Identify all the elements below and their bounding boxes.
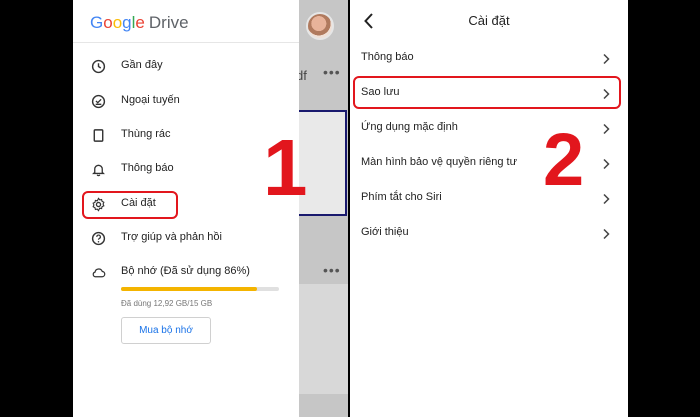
settings-row-privacy-screen[interactable]: Màn hình bảo vệ quyền riêng tư: [350, 146, 628, 181]
navigation-drawer: Google Drive Gần đây Ngoại tuyến Thùng rá…: [73, 0, 308, 417]
more-options-icon[interactable]: •••: [323, 262, 341, 278]
storage-usage-bar: [121, 287, 279, 291]
chevron-right-icon: [603, 53, 610, 65]
more-options-icon[interactable]: •••: [323, 64, 341, 80]
help-icon: [91, 231, 106, 246]
menu-item-recent[interactable]: Gần đây: [73, 50, 299, 84]
offline-check-icon: [91, 94, 106, 109]
chevron-right-icon: [603, 123, 610, 135]
chevron-right-icon: [603, 158, 610, 170]
step-number: 2: [543, 118, 585, 201]
settings-row-label: Thông báo: [361, 51, 414, 63]
settings-row-label: Phím tắt cho Siri: [361, 191, 442, 203]
settings-row-default-apps[interactable]: Ứng dụng mặc định: [350, 111, 628, 146]
step-number: 1: [263, 123, 308, 212]
page-title: Cài đặt: [468, 13, 510, 28]
trash-icon: [93, 129, 104, 142]
chevron-right-icon: [603, 228, 610, 240]
settings-row-label: Giới thiệu: [361, 226, 409, 238]
menu-item-help[interactable]: Trợ giúp và phản hồi: [73, 222, 299, 256]
highlight-settings-box: [82, 191, 178, 219]
buy-storage-button[interactable]: Mua bộ nhớ: [121, 317, 211, 344]
menu-item-label: Thùng rác: [121, 128, 171, 140]
divider: [73, 42, 299, 43]
chevron-right-icon: [603, 193, 610, 205]
settings-screen: Cài đặt Thông báo Sao lưu Ứng dụng mặc đ…: [350, 0, 628, 417]
highlight-backup-box: [353, 76, 621, 109]
menu-item-label: Bộ nhớ (Đã sử dụng 86%): [121, 265, 250, 277]
avatar[interactable]: [306, 12, 334, 40]
menu-item-label: Trợ giúp và phản hồi: [121, 231, 222, 243]
menu-item-offline[interactable]: Ngoại tuyến: [73, 85, 299, 119]
cloud-icon: [92, 268, 106, 278]
google-drive-logo: Google Drive: [90, 13, 189, 33]
bell-icon: [92, 164, 105, 177]
settings-row-label: Màn hình bảo vệ quyền riêng tư: [361, 156, 517, 168]
menu-item-label: Gần đây: [121, 59, 163, 71]
storage-detail: Đã dùng 12,92 GB/15 GB: [121, 299, 213, 308]
file-thumbnail[interactable]: [299, 284, 348, 394]
logo-google: Google: [90, 13, 145, 32]
logo-drive: Drive: [148, 13, 189, 32]
drive-app-screen: df ••• ••• Google Drive Gần đây Ngoại tuy…: [73, 0, 348, 417]
settings-row-about[interactable]: Giới thiệu: [350, 216, 628, 251]
menu-item-label: Thông báo: [121, 162, 174, 174]
menu-item-label: Ngoại tuyến: [121, 94, 180, 106]
settings-row-notifications[interactable]: Thông báo: [350, 41, 628, 76]
clock-icon: [91, 59, 106, 74]
storage-usage-fill: [121, 287, 257, 291]
settings-row-siri-shortcuts[interactable]: Phím tắt cho Siri: [350, 181, 628, 216]
settings-row-label: Ứng dụng mặc định: [361, 121, 458, 133]
menu-item-storage[interactable]: Bộ nhớ (Đã sử dụng 86%): [73, 256, 299, 290]
